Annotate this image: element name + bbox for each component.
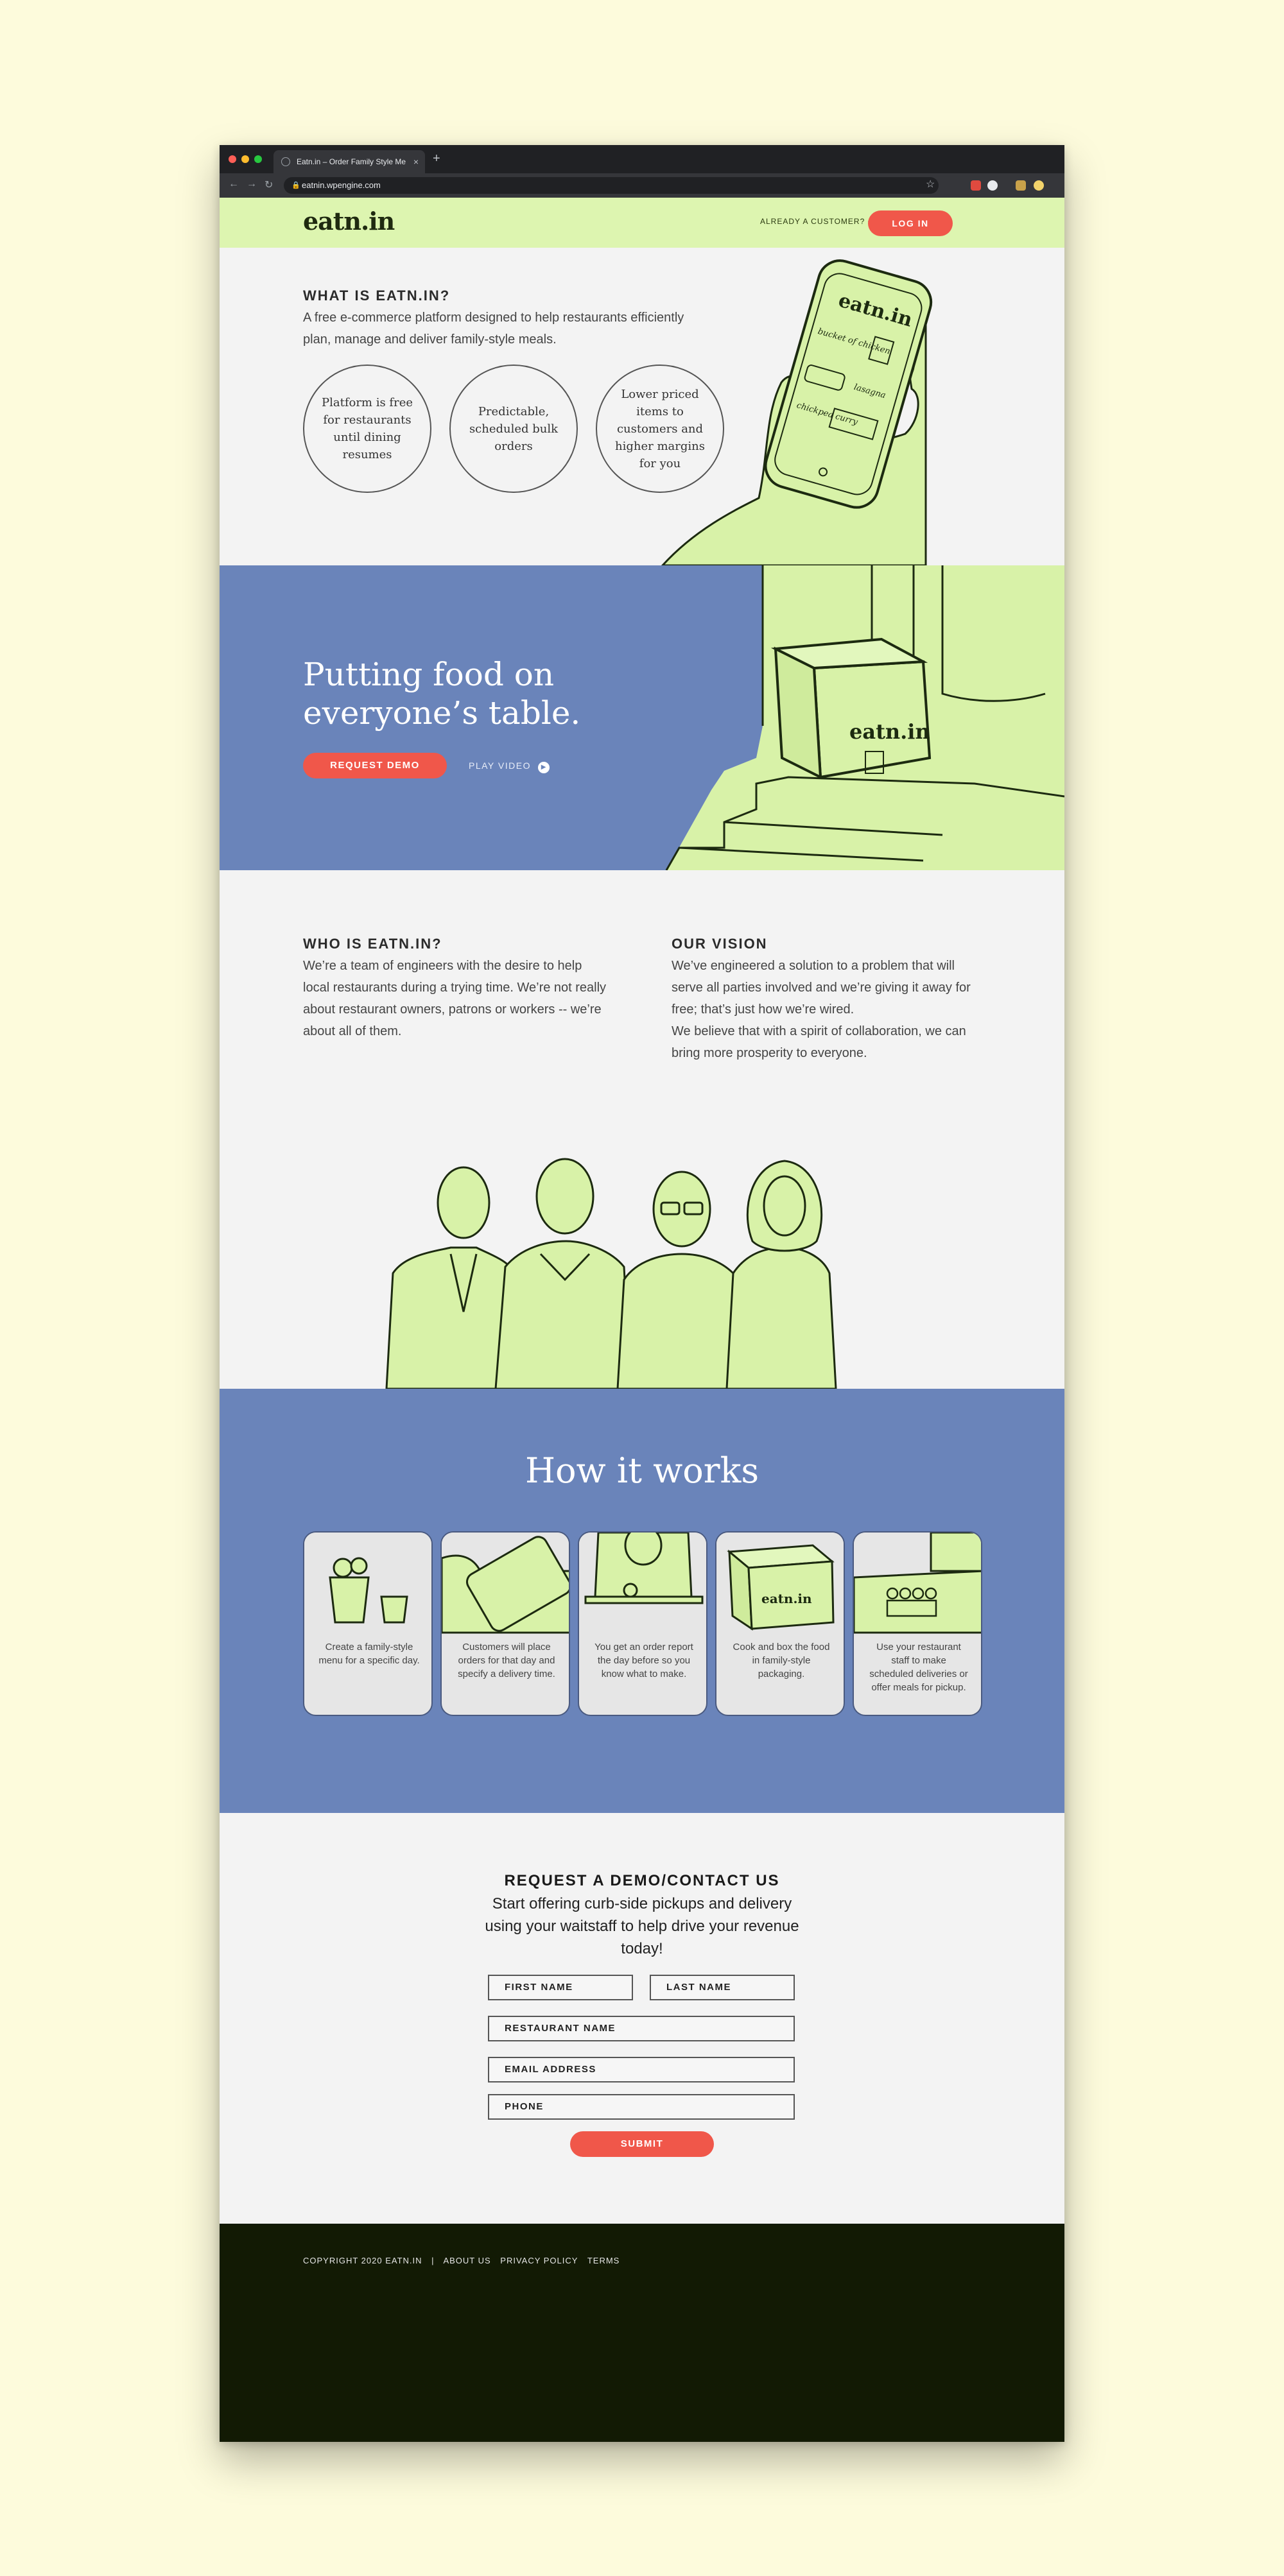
team-member-4 xyxy=(725,1160,837,1389)
chef-illustration xyxy=(579,1533,706,1633)
address-bar[interactable]: 🔒 eatnin.wpengine.com xyxy=(284,177,939,194)
profile-avatar[interactable] xyxy=(1034,180,1044,191)
site-logo[interactable]: eatn.in xyxy=(303,207,395,236)
contact-text: Start offering curb-side pickups and del… xyxy=(485,1895,799,1957)
already-customer-label: ALREADY A CUSTOMER? xyxy=(760,217,865,226)
what-is-section: WHAT IS EATN.IN? A free e-commerce platf… xyxy=(220,248,1064,565)
feature-circle-orders: Predictable, scheduled bulk orders xyxy=(449,365,578,493)
extension-icon[interactable] xyxy=(971,180,981,191)
copyright-text: COPYRIGHT 2020 EATN.IN xyxy=(303,2256,422,2265)
back-icon[interactable]: ← xyxy=(229,178,239,190)
close-window-icon[interactable] xyxy=(229,155,236,163)
bookmark-star-icon[interactable]: ☆ xyxy=(926,178,935,191)
hero-title: Putting food on everyone’s table. xyxy=(303,656,581,732)
site-footer: COPYRIGHT 2020 EATN.IN | ABOUT US PRIVAC… xyxy=(220,2224,1064,2442)
hand-phone-illustration: eatn.in bucket of chicken lasagna chickp… xyxy=(661,259,933,565)
boxes-illustration: eatn.in xyxy=(665,565,1064,870)
step-caption: Create a family-style menu for a specifi… xyxy=(318,1642,420,1666)
feature-circle-text: Predictable, scheduled bulk orders xyxy=(469,404,559,453)
step-card-3: You get an order report the day before s… xyxy=(578,1531,707,1716)
step-caption: Use your restaurant staff to make schedu… xyxy=(869,1642,968,1693)
email-field[interactable]: EMAIL ADDRESS xyxy=(488,2057,795,2082)
minimize-window-icon[interactable] xyxy=(241,155,249,163)
forward-icon[interactable]: → xyxy=(247,178,257,190)
first-name-field[interactable]: FIRST NAME xyxy=(488,1975,633,2000)
browser-tab-bar: Eatn.in – Order Family Style Me × + xyxy=(220,145,1064,173)
new-tab-button[interactable]: + xyxy=(433,151,440,166)
box-illustration: eatn.in xyxy=(716,1533,844,1633)
hero-section: Putting food on everyone’s table. REQUES… xyxy=(220,565,1064,870)
card-box-logo: eatn.in xyxy=(761,1591,812,1606)
extension-icon[interactable] xyxy=(987,180,998,191)
step-card-4: eatn.in Cook and box the food in family-… xyxy=(715,1531,845,1716)
step-card-5: Use your restaurant staff to make schedu… xyxy=(853,1531,982,1716)
play-video-button[interactable]: PLAY VIDEO ▶ xyxy=(469,760,550,773)
contact-section: REQUEST A DEMO/CONTACT US Start offering… xyxy=(220,1813,1064,2224)
who-heading: WHO IS EATN.IN? xyxy=(303,936,442,952)
request-demo-button[interactable]: REQUEST DEMO xyxy=(303,753,447,778)
about-section: WHO IS EATN.IN? We’re a team of engineer… xyxy=(220,870,1064,1389)
who-text: We’re a team of engineers with the desir… xyxy=(303,959,607,1038)
team-member-3 xyxy=(616,1171,741,1389)
restaurant-name-field[interactable]: RESTAURANT NAME xyxy=(488,2016,795,2041)
play-icon: ▶ xyxy=(538,762,550,773)
last-name-field[interactable]: LAST NAME xyxy=(650,1975,795,2000)
step-caption: Customers will place orders for that day… xyxy=(458,1642,555,1679)
how-it-works-section: How it works Create a family-style menu … xyxy=(220,1389,1064,1813)
vision-text-1: We’ve engineered a solution to a problem… xyxy=(672,959,971,1017)
vision-heading: OUR VISION xyxy=(672,936,768,952)
lock-icon: 🔒 xyxy=(291,182,300,189)
how-title: How it works xyxy=(525,1450,759,1491)
submit-button[interactable]: SUBMIT xyxy=(570,2131,714,2157)
browser-toolbar: ← → ↻ 🔒 eatnin.wpengine.com ☆ xyxy=(220,173,1064,198)
extension-icon[interactable] xyxy=(1016,180,1026,191)
site-header: eatn.in ALREADY A CUSTOMER? ➔ LOG IN xyxy=(220,198,1064,248)
footer-separator: | xyxy=(431,2256,435,2265)
what-description: A free e-commerce platform designed to h… xyxy=(303,311,684,347)
contact-heading: REQUEST A DEMO/CONTACT US xyxy=(504,1872,780,1889)
feature-circle-free: Platform is free for restaurants until d… xyxy=(303,365,431,493)
footer-terms-link[interactable]: TERMS xyxy=(587,2256,620,2265)
what-heading: WHAT IS EATN.IN? xyxy=(303,288,451,304)
vision-text-2: We believe that with a spirit of collabo… xyxy=(672,1024,966,1060)
website: eatn.in ALREADY A CUSTOMER? ➔ LOG IN WHA… xyxy=(220,198,1064,2442)
tab-title: Eatn.in – Order Family Style Me xyxy=(297,157,406,166)
footer-links: COPYRIGHT 2020 EATN.IN | ABOUT US PRIVAC… xyxy=(303,2256,626,2265)
box-logo: eatn.in xyxy=(849,719,930,744)
basket-illustration xyxy=(304,1533,431,1633)
reload-icon[interactable]: ↻ xyxy=(265,178,273,191)
play-video-label: PLAY VIDEO xyxy=(469,760,531,771)
close-tab-icon[interactable]: × xyxy=(413,150,419,173)
staff-illustration xyxy=(854,1533,981,1634)
footer-privacy-link[interactable]: PRIVACY POLICY xyxy=(500,2256,578,2265)
browser-window: Eatn.in – Order Family Style Me × + ← → … xyxy=(220,145,1064,2442)
already-customer-link[interactable]: ALREADY A CUSTOMER? ➔ xyxy=(760,217,875,226)
step-caption: Cook and box the food in family-style pa… xyxy=(733,1642,830,1679)
url-text: eatnin.wpengine.com xyxy=(302,180,381,190)
step-card-2: Customers will place orders for that day… xyxy=(440,1531,570,1716)
team-member-2 xyxy=(494,1158,632,1389)
maximize-window-icon[interactable] xyxy=(254,155,262,163)
browser-tab[interactable]: Eatn.in – Order Family Style Me × xyxy=(273,150,425,173)
feature-circle-text: Platform is free for restaurants until d… xyxy=(321,396,413,461)
favicon-icon xyxy=(281,157,290,166)
footer-about-link[interactable]: ABOUT US xyxy=(443,2256,490,2265)
phone-order-illustration xyxy=(442,1533,569,1634)
team-illustration xyxy=(385,1158,837,1389)
step-caption: You get an order report the day before s… xyxy=(594,1642,693,1679)
login-button[interactable]: LOG IN xyxy=(868,210,953,236)
phone-field[interactable]: PHONE xyxy=(488,2094,795,2120)
step-card-1: Create a family-style menu for a specifi… xyxy=(303,1531,433,1716)
